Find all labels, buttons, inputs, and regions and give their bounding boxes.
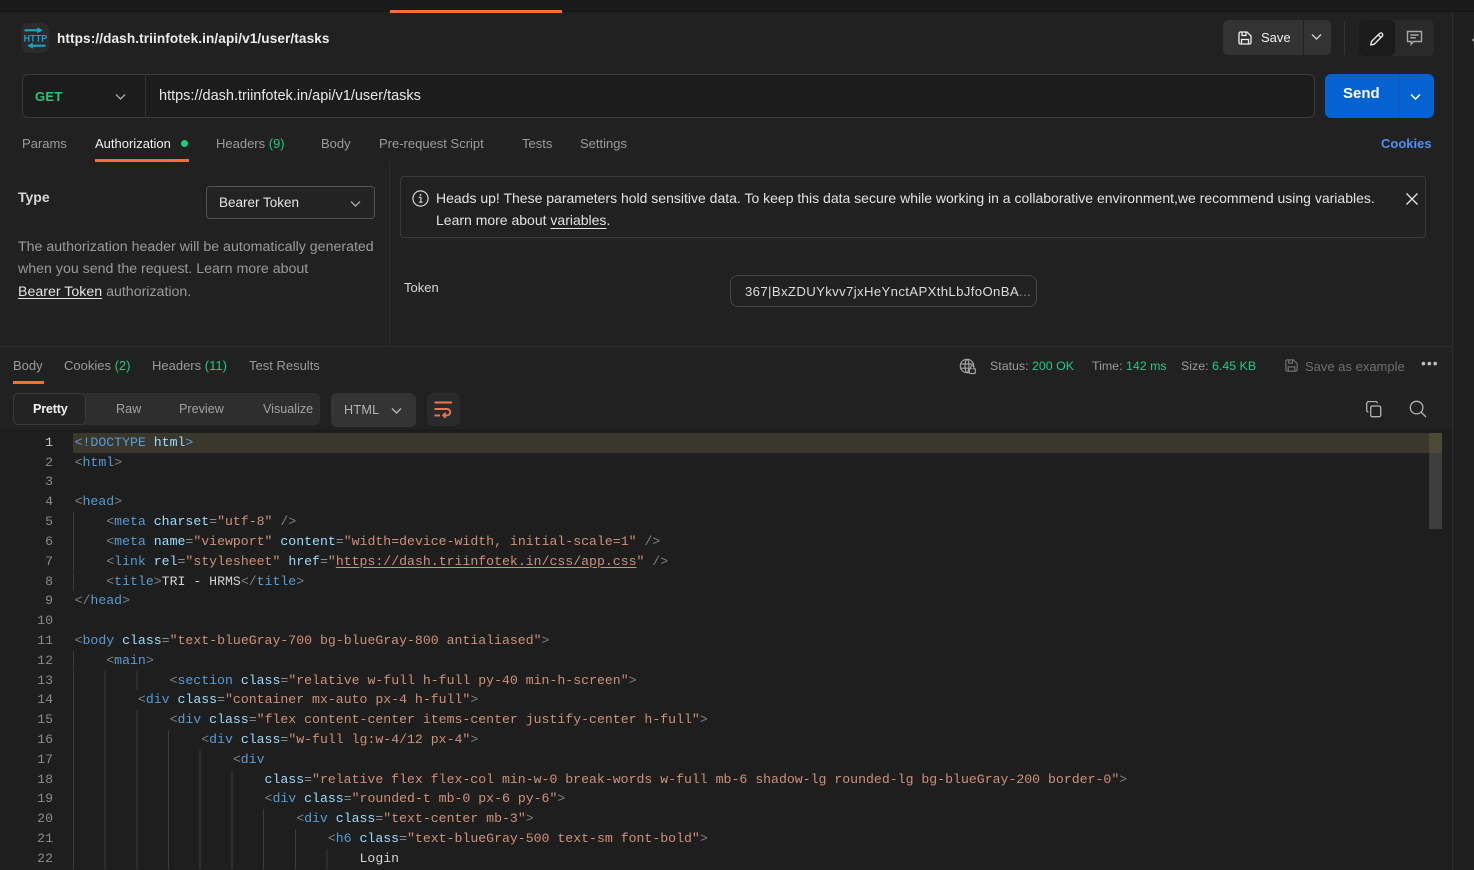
svg-text:HTTP: HTTP bbox=[24, 34, 47, 44]
